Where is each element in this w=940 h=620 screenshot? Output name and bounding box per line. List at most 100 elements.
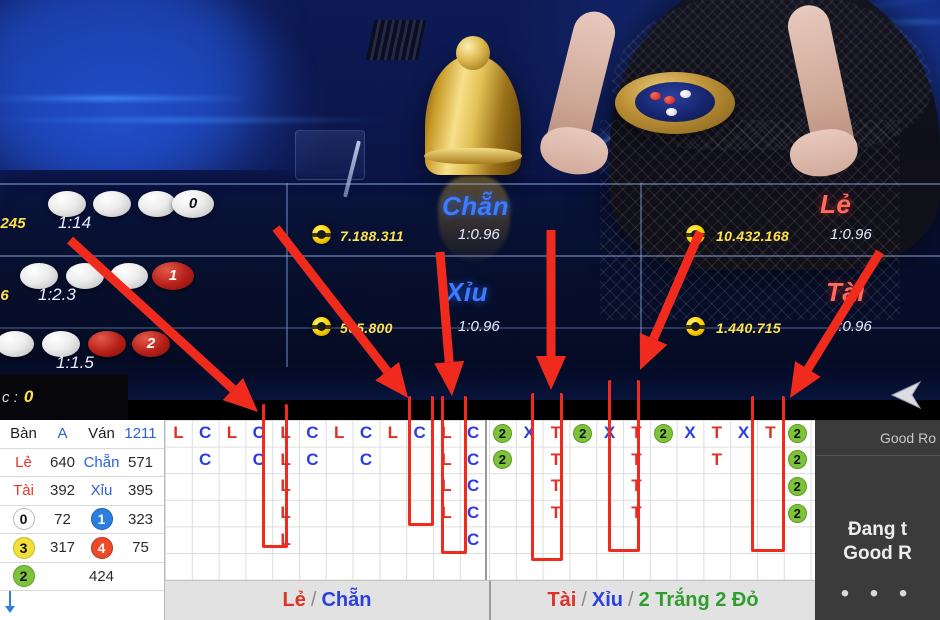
stat-row: Bàn A Ván 1211 <box>0 420 164 449</box>
bet-amount-le: 10.432.168 <box>716 228 790 244</box>
result-badge: 0 <box>12 508 35 531</box>
road-cell: L <box>280 423 291 443</box>
road-grid-tai-xiu[interactable]: 22XTTTT2XTTTT2XTTXT2222 <box>489 420 815 580</box>
stat-cell: A <box>57 425 68 443</box>
road-cell: C <box>467 529 480 549</box>
history-row-1: 0 1.245 1:14 <box>0 183 286 255</box>
stage-glow-left <box>0 0 260 190</box>
road-cell: C <box>467 423 480 443</box>
side-panel-title-line1: Đang t <box>847 519 908 540</box>
stat-cell: Chẵn <box>83 453 120 471</box>
road-cell: C <box>199 449 212 469</box>
history-ratio: 1:1.5 <box>56 353 94 372</box>
side-panel-title: Đang t Good R <box>815 518 940 566</box>
history-ball <box>93 191 131 217</box>
stat-cell: Xỉu <box>90 482 113 500</box>
road-cell: T <box>550 503 562 523</box>
stat-cell: 392 <box>49 482 76 500</box>
bet-odds-tai: 1:0.96 <box>830 318 872 335</box>
road-cell: 2 <box>569 420 596 447</box>
history-ratio: 1:2.3 <box>38 285 76 304</box>
legend-2t2d-label: 2 Trắng 2 Đỏ <box>638 589 759 611</box>
road-cell: L <box>280 529 291 549</box>
bet-label-tai: Tài <box>826 277 866 307</box>
stat-badge: 0 <box>4 508 43 531</box>
history-ball-number: 2 <box>146 335 156 352</box>
road-badge-2: 2 <box>492 423 512 443</box>
stat-cell: Lẻ <box>15 453 32 471</box>
road-cell: C <box>252 449 265 469</box>
chip-icon <box>312 225 331 244</box>
history-row-2: 1 16 1:2.3 <box>0 255 286 327</box>
road-cell: T <box>631 503 642 523</box>
status-bar: c : 0 <box>0 374 128 420</box>
road-cell: X <box>603 423 616 443</box>
dice-plate-inner <box>635 82 715 122</box>
bet-amount-chan: 7.188.311 <box>340 228 404 244</box>
history-ball <box>0 331 34 357</box>
stat-badge: 4 <box>82 536 121 559</box>
stat-badge: 2 <box>4 565 43 588</box>
stat-row: 0 72 1 323 <box>0 506 164 534</box>
gold-shaker-knob <box>456 36 490 70</box>
road-cell: X <box>684 423 696 443</box>
neon-streak-1 <box>0 96 250 101</box>
road-badge-2: 2 <box>653 423 673 443</box>
bet-label-chan: Chẵn <box>442 191 509 221</box>
road-cell: C <box>306 449 319 469</box>
road-cell: 2 <box>784 420 811 447</box>
road-cell: 2 <box>784 447 811 474</box>
betting-overlay: 0 1.245 1:14 1 16 1:2.3 2 1:1.5 ? <box>0 183 940 501</box>
stat-cell: 323 <box>127 510 154 528</box>
stat-cell: Tài <box>13 482 34 500</box>
road-cell: L <box>334 423 345 443</box>
result-badge: 2 <box>12 565 35 588</box>
history-amount: 16 <box>0 287 9 304</box>
road-grid-le-chan[interactable]: LCCLCCLLLLLCCLCCLCLLLLCCCCC <box>165 420 487 580</box>
road-cell: 2 <box>784 473 811 500</box>
bet-area-xiu[interactable]: Xỉu 565.800 1:0.96 <box>286 255 640 345</box>
bet-area-tai[interactable]: Tài 1.440.715 1:0.96 <box>640 255 940 345</box>
stat-row: 3 317 4 75 <box>0 534 164 563</box>
bet-amount-tai: 1.440.715 <box>716 320 781 336</box>
gold-shaker-ring <box>424 148 522 164</box>
disc-white-2 <box>666 108 677 116</box>
legend-le-label: Lẻ <box>282 589 306 611</box>
side-panel-body: Đang t Good R • • • <box>815 456 940 608</box>
roadmap-legend: Lẻ / Chẵn Tài / Xỉu / 2 Trắng 2 Đỏ <box>165 580 815 620</box>
stat-cell: Bàn <box>10 425 37 443</box>
legend-tai-xiu: Tài / Xỉu / 2 Trắng 2 Đỏ <box>491 581 815 620</box>
back-arrow-icon[interactable] <box>890 380 924 410</box>
stat-badge: 1 <box>82 508 121 531</box>
stat-cell: 75 <box>132 539 149 557</box>
bet-odds-chan: 1:0.96 <box>458 226 500 243</box>
road-cell: 2 <box>489 420 516 447</box>
neon-streak-2 <box>0 118 390 122</box>
stat-cell: Ván <box>88 425 115 443</box>
bet-area-le[interactable]: Lẻ 10.432.168 1:0.96 <box>640 183 940 255</box>
bet-area-chan[interactable]: Chẵn 7.188.311 1:0.96 <box>286 183 640 255</box>
road-cell: C <box>359 449 373 469</box>
history-ratio: 1:14 <box>58 213 92 232</box>
road-cell: L <box>280 476 291 496</box>
road-cell: L <box>226 423 238 443</box>
chip-icon <box>312 317 331 336</box>
chip-icon <box>686 317 705 336</box>
road-badge-2: 2 <box>787 503 807 523</box>
road-cell: L <box>441 449 452 469</box>
road-badge-2: 2 <box>787 423 807 443</box>
down-arrow-icon[interactable] <box>3 590 17 614</box>
legend-tai-label: Tài <box>547 589 577 611</box>
stat-row: Tài 392 Xỉu 395 <box>0 477 164 506</box>
road-cell: T <box>631 423 642 443</box>
road-badge-2: 2 <box>573 423 593 443</box>
road-cell: C <box>467 476 480 496</box>
stat-cell: 640 <box>49 453 76 471</box>
legend-chan-label: Chẵn <box>321 589 372 611</box>
history-amount: 1.245 <box>0 215 26 232</box>
road-cell: C <box>413 423 426 443</box>
road-cell: C <box>199 423 212 443</box>
stat-cell: 1211 <box>124 425 157 443</box>
road-cell: C <box>306 423 319 443</box>
roadmap-section: Bàn A Ván 1211 Lẻ 640 Chẵn 571 Tài 392 Xỉu 395 0 72 1 3… <box>0 420 815 620</box>
